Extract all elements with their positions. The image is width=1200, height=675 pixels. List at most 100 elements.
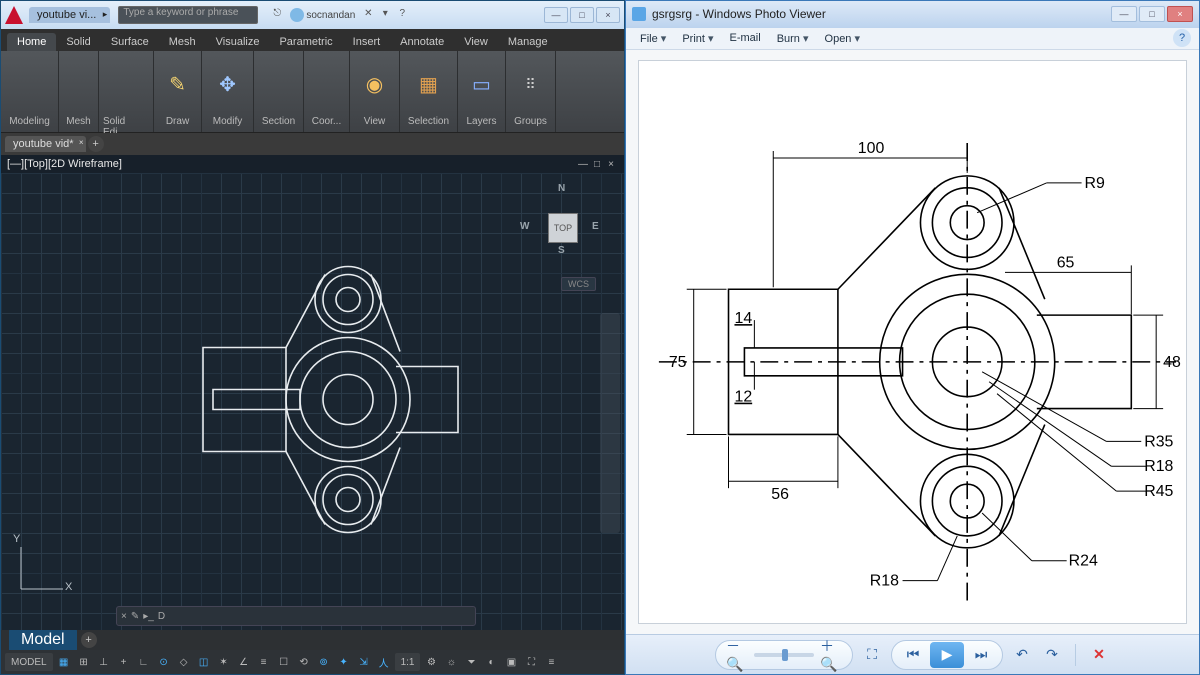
menu-burn[interactable]: Burn bbox=[771, 30, 815, 47]
viewport-label[interactable]: [—][Top][2D Wireframe] bbox=[7, 158, 122, 170]
cmd-wrench-icon[interactable]: ✎ bbox=[131, 611, 139, 622]
ribbon-tab-manage[interactable]: Manage bbox=[498, 33, 558, 51]
status-hw-icon[interactable]: ◐ bbox=[482, 653, 500, 671]
status-ortho-icon[interactable]: ∟ bbox=[135, 653, 153, 671]
status-autoscale-icon[interactable]: ⇲ bbox=[355, 653, 373, 671]
ribbon-tab-solid[interactable]: Solid bbox=[56, 33, 100, 51]
command-line[interactable]: × ✎ ▸_ D bbox=[116, 606, 476, 626]
viewcube-w[interactable]: W bbox=[520, 221, 529, 232]
panel-solidedit[interactable]: Solid Edi... bbox=[99, 51, 154, 132]
rotate-ccw-button[interactable]: ↶ bbox=[1011, 644, 1033, 666]
user-avatar-icon[interactable] bbox=[290, 8, 304, 22]
zoom-slider-thumb[interactable] bbox=[782, 649, 788, 661]
menu-open[interactable]: Open bbox=[819, 30, 867, 47]
slideshow-button[interactable]: ▶ bbox=[930, 642, 964, 668]
fit-window-button[interactable]: ⛶ bbox=[861, 644, 883, 666]
panel-modeling[interactable]: Modeling bbox=[1, 51, 59, 132]
status-isolate-icon[interactable]: ▣ bbox=[502, 653, 520, 671]
status-gizmo-icon[interactable]: ⊚ bbox=[315, 653, 333, 671]
drawing-tab-close-icon[interactable]: × bbox=[79, 138, 84, 147]
layout-tab-model[interactable]: Model bbox=[9, 629, 77, 651]
layout-add-button[interactable]: + bbox=[81, 632, 97, 648]
status-cycling-icon[interactable]: ⟲ bbox=[295, 653, 313, 671]
viewer-close-button[interactable]: × bbox=[1167, 6, 1193, 22]
status-infer-icon[interactable]: ⊥ bbox=[95, 653, 113, 671]
status-custom-icon[interactable]: ≡ bbox=[542, 653, 560, 671]
vp-minimize-icon[interactable]: — bbox=[576, 159, 590, 170]
menu-email[interactable]: E-mail bbox=[724, 30, 767, 46]
panel-coord[interactable]: Coor... bbox=[304, 51, 350, 132]
groups-button[interactable]: ⠿ bbox=[521, 75, 541, 95]
status-polar-icon[interactable]: ⊙ bbox=[155, 653, 173, 671]
ribbon-tab-view[interactable]: View bbox=[454, 33, 498, 51]
viewcube-s[interactable]: S bbox=[558, 245, 565, 256]
viewcube-n[interactable]: N bbox=[558, 183, 565, 194]
drawing-canvas[interactable]: TOP N S W E WCS X Y × ✎ ▸_ D bbox=[1, 173, 624, 630]
ribbon-tab-insert[interactable]: Insert bbox=[343, 33, 391, 51]
next-button[interactable]: ⏭ bbox=[970, 644, 992, 666]
ribbon-tab-annotate[interactable]: Annotate bbox=[390, 33, 454, 51]
viewcube-e[interactable]: E bbox=[592, 221, 599, 232]
status-iso-icon[interactable]: ◇ bbox=[175, 653, 193, 671]
status-scale-button[interactable]: 1:1 bbox=[395, 653, 421, 671]
app-title-close-icon[interactable]: ▸ bbox=[103, 9, 108, 20]
view-button[interactable]: ◉ bbox=[361, 71, 389, 99]
draw-button[interactable]: ✎ bbox=[164, 71, 192, 99]
status-model-button[interactable]: MODEL bbox=[5, 653, 53, 671]
qat-help-dd-icon[interactable]: ▾ bbox=[378, 8, 392, 22]
menu-help-icon[interactable]: ? bbox=[1173, 29, 1191, 47]
close-button[interactable]: × bbox=[596, 7, 620, 23]
zoom-out-button[interactable]: －🔍 bbox=[726, 644, 748, 666]
status-lwt-icon[interactable]: ≡ bbox=[255, 653, 273, 671]
panel-section[interactable]: Section bbox=[254, 51, 304, 132]
user-name[interactable]: socnandan bbox=[306, 10, 355, 21]
new-drawing-button[interactable]: + bbox=[88, 136, 104, 152]
vp-close-icon[interactable]: × bbox=[604, 159, 618, 170]
drawing-tab[interactable]: youtube vid* × bbox=[5, 136, 86, 152]
vp-maximize-icon[interactable]: □ bbox=[590, 159, 604, 170]
viewer-minimize-button[interactable]: — bbox=[1111, 6, 1137, 22]
qat-signin-icon[interactable]: ⎋ bbox=[270, 8, 284, 22]
qat-help-icon[interactable]: ? bbox=[395, 8, 409, 22]
delete-button[interactable]: ✕ bbox=[1088, 644, 1110, 666]
viewer-maximize-button[interactable]: □ bbox=[1139, 6, 1165, 22]
zoom-slider[interactable] bbox=[754, 653, 814, 657]
status-3dosnap-icon[interactable]: ✶ bbox=[215, 653, 233, 671]
minimize-button[interactable]: — bbox=[544, 7, 568, 23]
status-transparency-icon[interactable]: ☐ bbox=[275, 653, 293, 671]
status-filter-icon[interactable]: ⏷ bbox=[462, 653, 480, 671]
ribbon-tab-home[interactable]: Home bbox=[7, 33, 56, 51]
panel-mesh[interactable]: Mesh bbox=[59, 51, 99, 132]
ribbon-tab-parametric[interactable]: Parametric bbox=[269, 33, 342, 51]
maximize-button[interactable]: □ bbox=[570, 7, 594, 23]
viewcube[interactable]: TOP N S W E bbox=[516, 181, 606, 271]
status-annoscale-icon[interactable]: 人 bbox=[375, 653, 393, 671]
ribbon-tab-mesh[interactable]: Mesh bbox=[159, 33, 206, 51]
app-title-tab[interactable]: youtube vi... ▸ bbox=[29, 7, 110, 23]
nav-bar[interactable] bbox=[600, 313, 620, 533]
cmd-close-icon[interactable]: × bbox=[121, 611, 127, 622]
layers-button[interactable]: ▭ bbox=[468, 71, 496, 99]
status-annomon-icon[interactable]: ✦ bbox=[335, 653, 353, 671]
status-otrack-icon[interactable]: ∠ bbox=[235, 653, 253, 671]
modify-button[interactable]: ✥ bbox=[214, 71, 242, 99]
prev-button[interactable]: ⏮ bbox=[902, 644, 924, 666]
zoom-in-button[interactable]: ＋🔍 bbox=[820, 644, 842, 666]
status-ws-icon[interactable]: ⚙ bbox=[422, 653, 440, 671]
menu-print[interactable]: Print bbox=[676, 30, 719, 47]
ribbon-tab-surface[interactable]: Surface bbox=[101, 33, 159, 51]
keyword-search-input[interactable]: Type a keyword or phrase bbox=[118, 6, 258, 24]
viewcube-top-face[interactable]: TOP bbox=[548, 213, 578, 243]
rotate-cw-button[interactable]: ↷ bbox=[1041, 644, 1063, 666]
qat-exchange-icon[interactable]: ✕ bbox=[361, 8, 375, 22]
status-grid-icon[interactable]: ▦ bbox=[55, 653, 73, 671]
menu-file[interactable]: File bbox=[634, 30, 672, 47]
wcs-badge[interactable]: WCS bbox=[561, 277, 596, 291]
status-osnap-icon[interactable]: ◫ bbox=[195, 653, 213, 671]
status-clean-icon[interactable]: ⛶ bbox=[522, 653, 540, 671]
status-snap-icon[interactable]: ⊞ bbox=[75, 653, 93, 671]
status-monitor-icon[interactable]: ☼ bbox=[442, 653, 460, 671]
status-dyn-icon[interactable]: + bbox=[115, 653, 133, 671]
ribbon-tab-visualize[interactable]: Visualize bbox=[206, 33, 270, 51]
selection-button[interactable]: ▦ bbox=[415, 71, 443, 99]
